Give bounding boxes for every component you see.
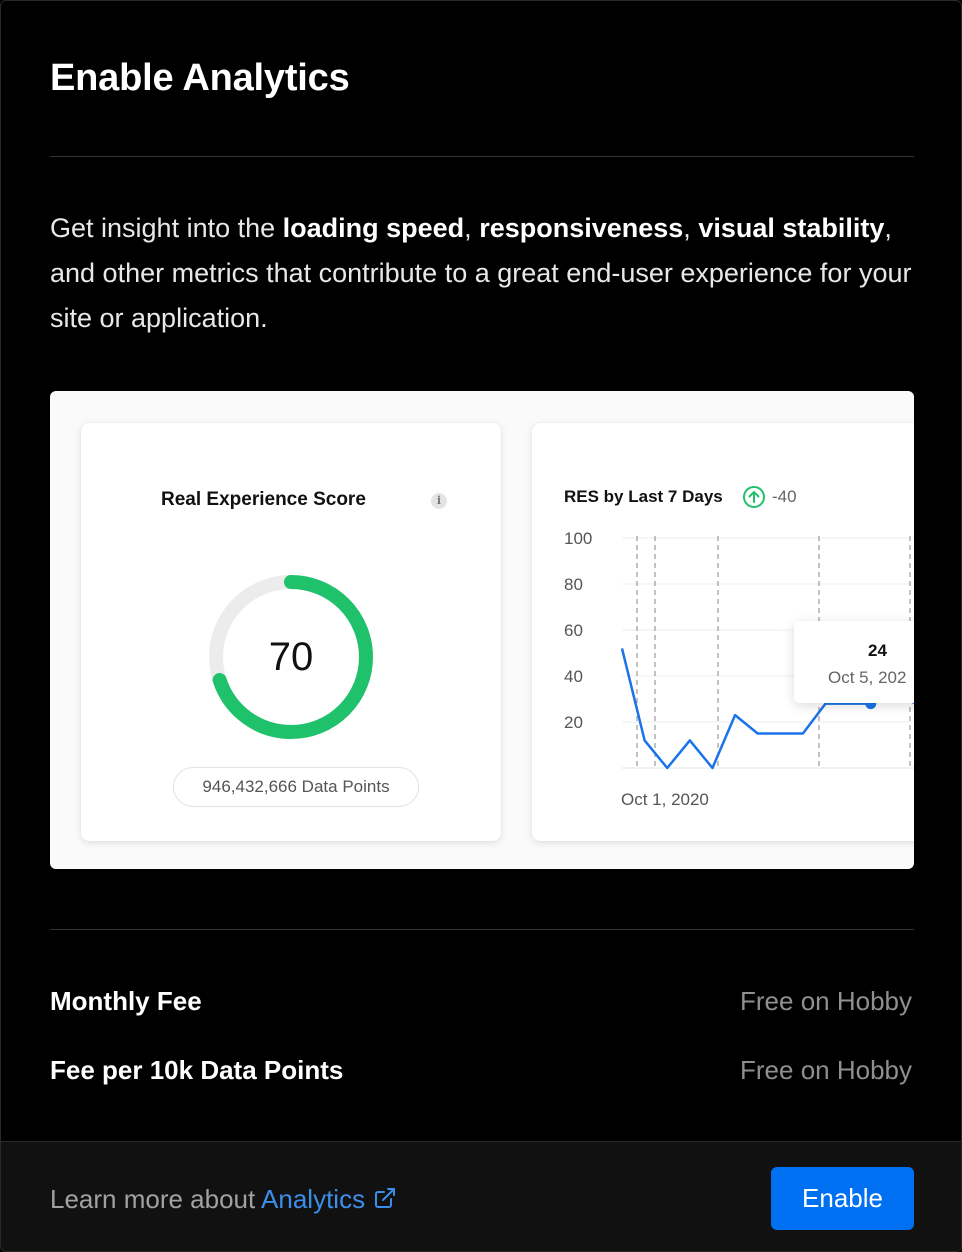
analytics-preview-image: Real Experience Score i 70 946,432,666 D…: [50, 391, 914, 869]
res-chart-card: RES by Last 7 Days -40 100 80 60 40 20 Oct 1,…: [532, 423, 914, 841]
analytics-docs-link[interactable]: Analytics: [261, 1184, 397, 1214]
data-points-fee-value: Free on Hobby: [740, 1055, 912, 1085]
enable-button[interactable]: Enable: [771, 1167, 914, 1230]
score-card-title: Real Experience Score: [161, 489, 366, 510]
y-tick-label: 60: [564, 621, 583, 640]
external-link-icon: [375, 1188, 396, 1208]
real-experience-score-card: Real Experience Score i 70 946,432,666 D…: [81, 423, 501, 841]
chart-tooltip: 24 Oct 5, 202: [794, 621, 914, 703]
monthly-fee-label: Monthly Fee: [50, 986, 202, 1016]
modal-title: Enable Analytics: [50, 57, 350, 99]
data-points-badge: 946,432,666 Data Points: [173, 767, 419, 807]
tooltip-date: Oct 5, 202: [828, 668, 907, 687]
monthly-fee-value: Free on Hobby: [740, 986, 912, 1016]
tooltip-value: 24: [868, 641, 887, 660]
x-tick-label: Oct 1, 2020: [621, 790, 709, 809]
y-tick-label: 100: [564, 529, 592, 548]
title-divider: [50, 156, 914, 157]
score-value: 70: [268, 634, 314, 679]
modal-description: Get insight into the loading speed, resp…: [50, 213, 912, 333]
enable-analytics-modal: Enable Analytics Get insight into the lo…: [0, 0, 962, 1252]
info-icon[interactable]: i: [431, 493, 447, 509]
learn-more-text: Learn more about Analytics: [50, 1184, 397, 1215]
y-tick-label: 20: [564, 713, 583, 732]
modal-footer: Learn more about Analytics Enable: [1, 1141, 961, 1251]
y-tick-label: 40: [564, 667, 583, 686]
section-divider: [50, 929, 914, 930]
data-points-fee-label: Fee per 10k Data Points: [50, 1055, 344, 1085]
y-tick-label: 80: [564, 575, 583, 594]
